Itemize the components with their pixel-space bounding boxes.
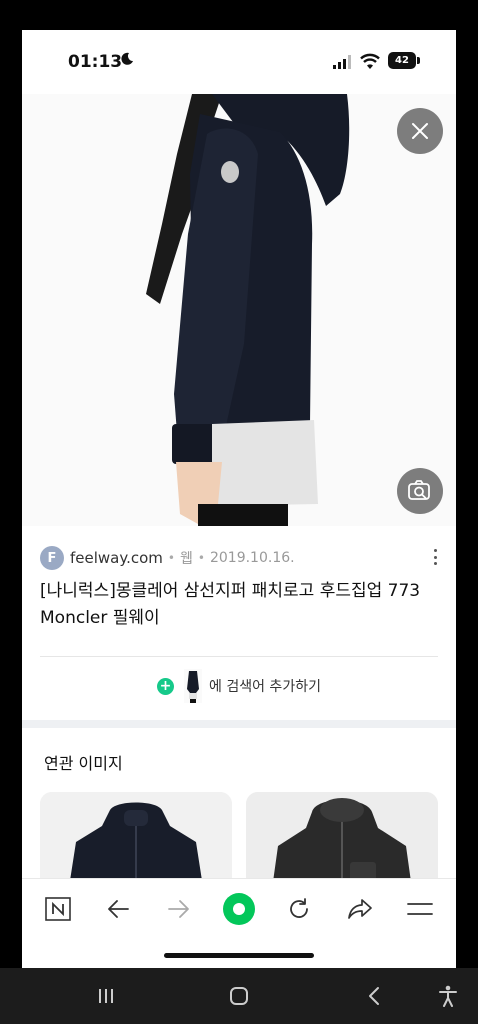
home-indicator[interactable] xyxy=(164,953,314,958)
battery-level: 42 xyxy=(388,52,416,69)
back-icon xyxy=(369,987,379,1005)
source-domain[interactable]: feelway.com xyxy=(70,549,163,567)
refresh-icon xyxy=(290,898,308,918)
lens-search-button[interactable] xyxy=(397,468,443,514)
android-navigation-bar xyxy=(0,968,478,1024)
source-row[interactable]: F feelway.com • 웹 • 2019.10.16. xyxy=(40,546,440,570)
menu-button[interactable] xyxy=(400,889,440,929)
result-info: F feelway.com • 웹 • 2019.10.16. [나니럭스]몽클… xyxy=(22,526,456,720)
status-bar: 01:13 42 xyxy=(22,30,456,94)
share-button[interactable] xyxy=(340,889,380,929)
product-image[interactable] xyxy=(22,94,456,526)
home-icon xyxy=(230,987,248,1005)
recents-icon xyxy=(99,989,113,1003)
forward-button[interactable] xyxy=(159,889,199,929)
hoodie-photo xyxy=(22,94,456,526)
home-button[interactable] xyxy=(223,980,255,1012)
signal-icon xyxy=(333,55,351,69)
add-search-label: 에 검색어 추가하기 xyxy=(209,679,321,695)
related-images-title: 연관 이미지 xyxy=(44,754,123,773)
forward-arrow-icon xyxy=(168,900,189,918)
browser-toolbar xyxy=(22,878,456,968)
battery-icon: 42 xyxy=(388,52,420,69)
source-type: 웹 xyxy=(180,551,193,567)
status-time: 01:13 xyxy=(68,52,123,72)
lens-search-icon xyxy=(408,480,430,500)
plus-icon: + xyxy=(157,677,175,695)
close-icon xyxy=(412,123,428,139)
green-dot-icon xyxy=(223,893,255,925)
separator-dot: • xyxy=(167,551,175,565)
battery-tip xyxy=(417,57,420,64)
accessibility-button[interactable] xyxy=(432,980,464,1012)
related-images-section: 연관 이미지 xyxy=(22,728,456,932)
result-title[interactable]: [나니럭스]몽클레어 삼선지퍼 패치로고 후드집업 773 Moncler 필웨… xyxy=(40,578,440,632)
source-date: 2019.10.16. xyxy=(209,550,295,566)
back-button[interactable] xyxy=(98,889,138,929)
recents-button[interactable] xyxy=(90,980,122,1012)
moon-icon xyxy=(121,52,133,65)
wifi-icon xyxy=(360,53,380,69)
divider xyxy=(40,656,438,657)
green-dot-button[interactable] xyxy=(219,889,259,929)
close-button[interactable] xyxy=(397,108,443,154)
naver-home-icon xyxy=(45,897,71,921)
favicon: F xyxy=(40,546,64,570)
add-to-search-button[interactable]: + 에 검색어 추가하기 xyxy=(22,666,456,706)
menu-icon xyxy=(407,903,433,915)
more-options-icon[interactable] xyxy=(429,546,441,568)
accessibility-icon xyxy=(439,985,457,1007)
thumbnail-mini xyxy=(184,669,203,703)
back-arrow-icon xyxy=(108,900,129,918)
share-icon xyxy=(348,899,372,919)
phone-screen: 01:13 42 F feelway.com • 웹 • 2019.10.16.… xyxy=(22,30,456,968)
refresh-button[interactable] xyxy=(279,889,319,929)
section-separator xyxy=(22,720,456,728)
separator-dot: • xyxy=(197,551,205,565)
naver-home-button[interactable] xyxy=(38,889,78,929)
back-nav-button[interactable] xyxy=(358,980,390,1012)
